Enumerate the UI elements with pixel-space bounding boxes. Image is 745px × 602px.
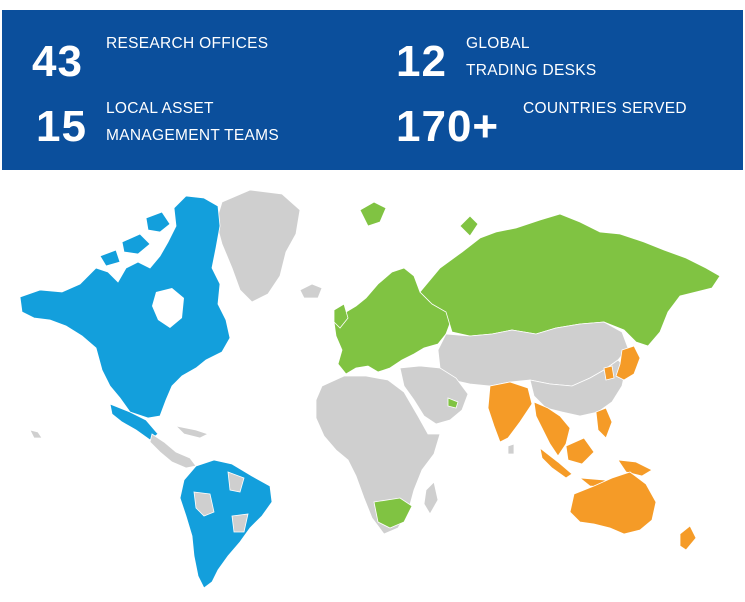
trading-desks-label-line1: GLOBAL [466, 35, 530, 52]
india [487, 381, 533, 443]
madagascar [423, 481, 439, 515]
arctic-islands-3 [99, 249, 121, 267]
hawaii [29, 429, 43, 439]
south-america [179, 459, 273, 589]
svalbard [359, 201, 387, 227]
greenland [215, 189, 301, 303]
local-teams-label-line1: LOCAL ASSET [106, 100, 214, 117]
korea [603, 365, 615, 381]
arctic-islands-1 [121, 233, 151, 255]
arctic-islands-2 [145, 211, 171, 233]
new-zealand [679, 525, 697, 551]
trading-desks-label-line2: TRADING DESKS [466, 62, 597, 79]
iceland [299, 283, 323, 299]
world-map [0, 172, 745, 602]
central-america [149, 433, 197, 469]
world-map-svg [19, 189, 721, 589]
countries-served-count: 170+ [396, 102, 500, 151]
new-guinea [617, 459, 653, 477]
novaya-zemlya [459, 215, 479, 237]
research-offices-count: 43 [32, 37, 83, 86]
australia [569, 471, 657, 535]
local-teams-count: 15 [36, 102, 87, 151]
stats-banner: 43 RESEARCH OFFICES 12 GLOBAL TRADING DE… [2, 10, 743, 170]
north-america [19, 195, 231, 419]
local-teams-label-line2: MANAGEMENT TEAMS [106, 127, 280, 144]
sri-lanka [507, 443, 515, 455]
trading-desks-count: 12 [396, 37, 447, 86]
research-offices-label: RESEARCH OFFICES [106, 35, 269, 52]
indonesia-2 [565, 437, 595, 465]
caribbean [174, 425, 210, 439]
philippines [595, 407, 613, 439]
countries-served-label: COUNTRIES SERVED [523, 100, 687, 117]
